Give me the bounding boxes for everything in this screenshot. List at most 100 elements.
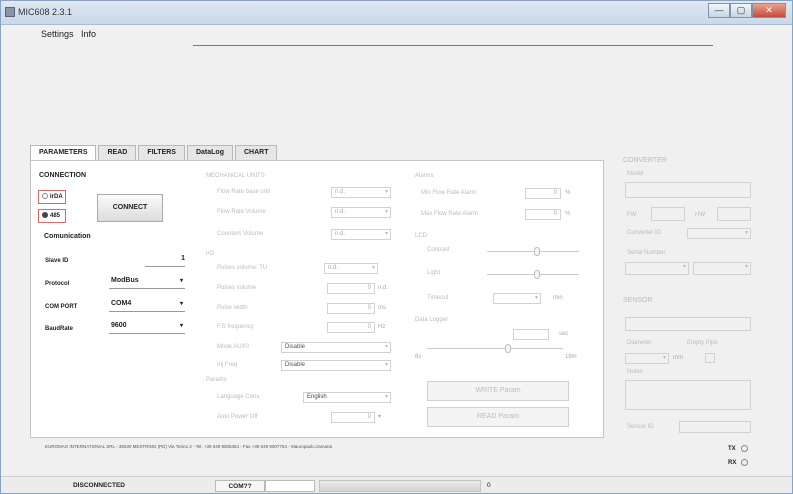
baudrate-value: 9600 — [111, 322, 127, 329]
select-value: n.d. — [335, 189, 346, 195]
timeout-label: Timeout — [427, 295, 449, 301]
rx-indicator: RX — [728, 459, 749, 466]
slider-thumb[interactable] — [505, 344, 511, 353]
com-port-label: COM PORT — [45, 304, 78, 310]
irda-label: IrDA — [50, 194, 63, 200]
chevron-down-icon: ▾ — [371, 265, 375, 271]
counters-volume-select[interactable]: n.d. ▾ — [331, 229, 391, 240]
fw-input[interactable] — [651, 207, 685, 221]
converter-id-select[interactable]: ▾ — [687, 228, 751, 239]
inj-freq-label: Inj Freq — [217, 362, 238, 368]
protocol-select[interactable]: ModBus ▾ — [109, 277, 185, 289]
com-port-value: COM4 — [111, 300, 132, 307]
protocol-value: ModBus — [111, 277, 139, 284]
maximize-button[interactable]: ▢ — [730, 3, 752, 18]
tab-read[interactable]: READ — [98, 145, 137, 160]
mech-row-label: Flow Rate base unit — [217, 189, 271, 195]
window-title: MIC608 2.3.1 — [18, 7, 73, 17]
mech-row-label: Counters Volume — [217, 231, 264, 237]
chevron-down-icon: ▾ — [384, 209, 388, 215]
connect-button[interactable]: CONNECT — [97, 194, 163, 222]
led-icon — [740, 445, 748, 452]
pulses-volume-input[interactable]: 0 — [327, 283, 375, 294]
minimize-button[interactable]: — — [708, 3, 730, 18]
select-value: n.d. — [335, 231, 346, 237]
auto-power-off-input[interactable]: 0 — [331, 412, 375, 423]
pulses-tu-select[interactable]: n.d. ▾ — [324, 263, 378, 274]
slave-id-input[interactable]: 1 — [145, 255, 185, 267]
io-unit: ms — [378, 305, 386, 311]
connection-title: CONNECTION — [39, 172, 87, 179]
serial-select-2[interactable]: ▾ — [693, 262, 751, 275]
light-slider[interactable] — [487, 270, 579, 279]
min-flow-alarm-input[interactable]: 0 — [525, 188, 561, 199]
data-logger-title: Data Logger — [415, 317, 449, 323]
notes-input[interactable] — [625, 380, 751, 410]
data-logger-input[interactable] — [513, 329, 549, 340]
tab-filters[interactable]: FILTERS — [138, 145, 185, 160]
mechanical-units-title: MECHANICAL UNITS — [206, 173, 265, 179]
top-progress-line — [193, 45, 713, 46]
fw-label: FW — [627, 212, 637, 218]
menu-bar: Settings Info — [1, 26, 792, 42]
irda-radio[interactable]: IrDA — [38, 190, 66, 204]
lcd-title: LCD — [415, 233, 428, 239]
serial-number-label: Serial Number — [627, 250, 666, 256]
progress-bar — [319, 480, 481, 492]
contrast-slider[interactable] — [487, 247, 579, 256]
diameter-select[interactable]: ▾ — [625, 353, 669, 364]
chevron-down-icon: ▾ — [744, 264, 748, 270]
chevron-down-icon: ▾ — [384, 344, 388, 350]
read-param-button[interactable]: READ Param — [427, 407, 569, 427]
language-select[interactable]: English ▾ — [303, 392, 391, 403]
serial-select-1[interactable]: ▾ — [625, 262, 689, 275]
slider-thumb[interactable] — [534, 270, 541, 279]
notes-label: Notes — [627, 369, 643, 375]
empty-pipe-checkbox[interactable] — [705, 353, 715, 363]
tx-indicator: TX — [728, 445, 748, 452]
chevron-down-icon: ▾ — [384, 362, 388, 368]
pulses-tu-label: Pulses volume: TU — [217, 265, 268, 271]
params-title: Params — [206, 377, 227, 383]
fs-frequency-input[interactable]: 0 — [327, 322, 375, 333]
timeout-select[interactable]: ▾ — [493, 293, 541, 304]
protocol-label: Protocol — [45, 281, 70, 287]
timeout-unit: min — [553, 295, 563, 301]
radio-dot — [42, 212, 48, 218]
write-param-button[interactable]: WRITE Param — [427, 381, 569, 401]
spinner-arrows-icon[interactable]: ▾ — [378, 413, 381, 420]
io-unit: Hz — [378, 324, 386, 330]
auto-power-off-label: Auto Power Off — [217, 414, 258, 420]
flow-rate-unit-select[interactable]: n.d. ▾ — [331, 187, 391, 198]
hw-input[interactable] — [717, 207, 751, 221]
chevron-down-icon: ▾ — [384, 394, 388, 400]
model-input[interactable] — [625, 182, 751, 198]
diameter-unit: mm — [673, 355, 683, 361]
data-logger-slider[interactable] — [427, 344, 563, 353]
alarm-unit: % — [565, 190, 571, 196]
max-flow-alarm-input[interactable]: 0 — [525, 209, 561, 220]
progress-value: 0 — [487, 482, 491, 489]
flow-rate-volume-select[interactable]: n.d. ▾ — [331, 207, 391, 218]
mode-aux-select[interactable]: Disable ▾ — [281, 342, 391, 353]
pulse-width-input[interactable]: 0 — [327, 303, 375, 314]
tab-chart[interactable]: CHART — [234, 145, 278, 160]
tab-datalog[interactable]: DataLog — [186, 145, 233, 160]
com-port-select[interactable]: COM4 ▾ — [109, 300, 185, 312]
menu-settings[interactable]: Settings — [41, 29, 74, 39]
baudrate-label: BaudRate — [45, 326, 74, 332]
rs485-radio[interactable]: 485 — [38, 209, 66, 223]
close-button[interactable]: ✕ — [752, 3, 786, 18]
data-logger-unit: sec — [559, 331, 569, 337]
select-value: n.d. — [328, 265, 339, 271]
sensor-model-input[interactable] — [625, 317, 751, 331]
chevron-down-icon: ▾ — [179, 323, 183, 329]
baudrate-select[interactable]: 9600 ▾ — [109, 322, 185, 334]
menu-info[interactable]: Info — [81, 29, 96, 39]
light-label: Light — [427, 270, 441, 276]
slider-thumb[interactable] — [534, 247, 541, 256]
sensor-id-input[interactable] — [679, 421, 751, 433]
com-port-status: COM?? — [215, 480, 265, 492]
radio-dot — [42, 193, 48, 199]
inj-freq-select[interactable]: Disable ▾ — [281, 360, 391, 371]
